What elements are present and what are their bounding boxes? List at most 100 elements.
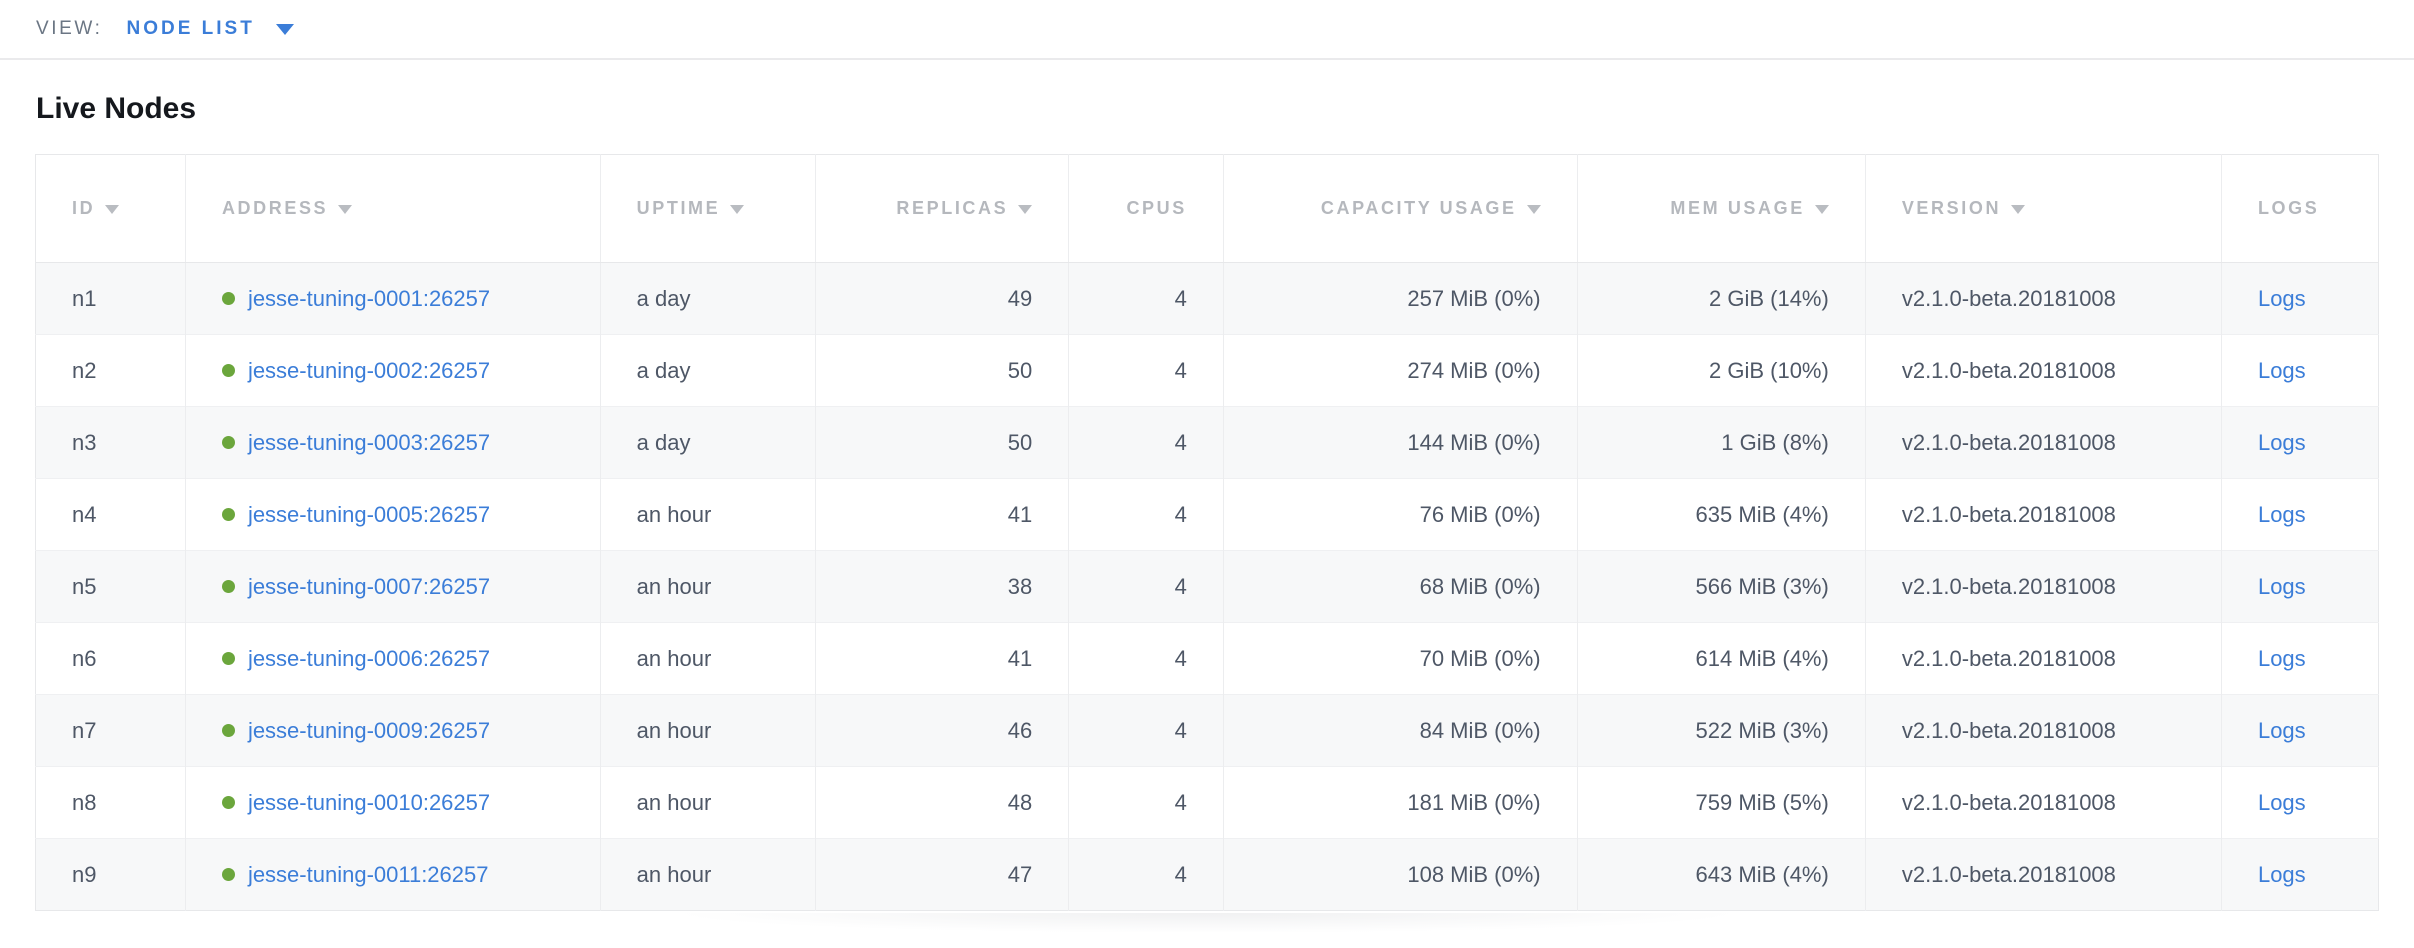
view-label: VIEW: [36, 18, 103, 40]
live-status-dot-icon [222, 796, 235, 809]
cell-cpus: 4 [1069, 695, 1224, 767]
node-logs-link[interactable]: Logs [2258, 430, 2306, 455]
table-row: n3jesse-tuning-0003:26257a day504144 MiB… [36, 407, 2379, 479]
cell-id: n5 [36, 551, 186, 623]
sort-caret-icon [105, 205, 119, 214]
col-header-capacity[interactable]: CAPACITY USAGE [1223, 155, 1577, 263]
cell-id: n9 [36, 839, 186, 911]
node-address-link[interactable]: jesse-tuning-0006:26257 [248, 646, 490, 671]
cell-mem: 2 GiB (14%) [1577, 263, 1865, 335]
col-header-label: REPLICAS [896, 198, 1008, 218]
col-header-label: VERSION [1902, 198, 2001, 218]
node-address-link[interactable]: jesse-tuning-0010:26257 [248, 790, 490, 815]
table-row: n5jesse-tuning-0007:26257an hour38468 Mi… [36, 551, 2379, 623]
col-header-version[interactable]: VERSION [1865, 155, 2221, 263]
col-header-cpus: CPUS [1069, 155, 1224, 263]
col-header-uptime[interactable]: UPTIME [600, 155, 816, 263]
live-status-dot-icon [222, 364, 235, 377]
cell-mem: 759 MiB (5%) [1577, 767, 1865, 839]
live-status-dot-icon [222, 580, 235, 593]
node-address-link[interactable]: jesse-tuning-0003:26257 [248, 430, 490, 455]
live-nodes-table-container: IDADDRESSUPTIME REPLICAS CPUS CAPACITY USAG… [0, 154, 2414, 911]
cell-uptime: an hour [600, 479, 816, 551]
cell-address: jesse-tuning-0009:26257 [185, 695, 600, 767]
view-bar: VIEW: NODE LIST [0, 0, 2414, 60]
cell-logs: Logs [2221, 551, 2378, 623]
cell-logs: Logs [2221, 767, 2378, 839]
live-nodes-table: IDADDRESSUPTIME REPLICAS CPUS CAPACITY USAG… [35, 154, 2379, 911]
sort-caret-icon [2011, 205, 2025, 214]
cell-logs: Logs [2221, 695, 2378, 767]
node-address-link[interactable]: jesse-tuning-0002:26257 [248, 358, 490, 383]
col-header-id[interactable]: ID [36, 155, 186, 263]
cell-capacity: 257 MiB (0%) [1223, 263, 1577, 335]
live-status-dot-icon [222, 868, 235, 881]
col-header-replicas[interactable]: REPLICAS [816, 155, 1069, 263]
node-address-link[interactable]: jesse-tuning-0007:26257 [248, 574, 490, 599]
col-header-label: LOGS [2258, 198, 2319, 218]
node-logs-link[interactable]: Logs [2258, 502, 2306, 527]
cell-mem: 643 MiB (4%) [1577, 839, 1865, 911]
cell-id: n6 [36, 623, 186, 695]
cell-uptime: an hour [600, 623, 816, 695]
col-header-logs: LOGS [2221, 155, 2378, 263]
cell-cpus: 4 [1069, 407, 1224, 479]
cell-mem: 614 MiB (4%) [1577, 623, 1865, 695]
live-status-dot-icon [222, 508, 235, 521]
cell-replicas: 50 [816, 335, 1069, 407]
view-selected-value: NODE LIST [127, 18, 255, 40]
node-logs-link[interactable]: Logs [2258, 574, 2306, 599]
cell-address: jesse-tuning-0010:26257 [185, 767, 600, 839]
cell-mem: 566 MiB (3%) [1577, 551, 1865, 623]
node-logs-link[interactable]: Logs [2258, 862, 2306, 887]
cell-version: v2.1.0-beta.20181008 [1865, 623, 2221, 695]
cell-id: n7 [36, 695, 186, 767]
live-status-dot-icon [222, 724, 235, 737]
cell-replicas: 49 [816, 263, 1069, 335]
node-logs-link[interactable]: Logs [2258, 286, 2306, 311]
cell-id: n8 [36, 767, 186, 839]
cell-uptime: an hour [600, 551, 816, 623]
node-logs-link[interactable]: Logs [2258, 718, 2306, 743]
cell-replicas: 46 [816, 695, 1069, 767]
sort-caret-icon [1018, 205, 1032, 214]
col-header-address[interactable]: ADDRESS [185, 155, 600, 263]
view-selector-dropdown[interactable]: NODE LIST [127, 18, 294, 40]
node-logs-link[interactable]: Logs [2258, 790, 2306, 815]
node-address-link[interactable]: jesse-tuning-0011:26257 [248, 862, 489, 887]
sort-caret-icon [1527, 205, 1541, 214]
cell-uptime: an hour [600, 839, 816, 911]
caret-down-icon [276, 24, 294, 35]
cell-address: jesse-tuning-0003:26257 [185, 407, 600, 479]
cell-uptime: a day [600, 263, 816, 335]
node-address-link[interactable]: jesse-tuning-0001:26257 [248, 286, 490, 311]
cell-capacity: 181 MiB (0%) [1223, 767, 1577, 839]
table-row: n9jesse-tuning-0011:26257an hour474108 M… [36, 839, 2379, 911]
cell-replicas: 41 [816, 623, 1069, 695]
cell-logs: Logs [2221, 479, 2378, 551]
cell-capacity: 76 MiB (0%) [1223, 479, 1577, 551]
cell-version: v2.1.0-beta.20181008 [1865, 479, 2221, 551]
cell-version: v2.1.0-beta.20181008 [1865, 767, 2221, 839]
node-address-link[interactable]: jesse-tuning-0005:26257 [248, 502, 490, 527]
table-row: n1jesse-tuning-0001:26257a day494257 MiB… [36, 263, 2379, 335]
sort-caret-icon [338, 205, 352, 214]
table-row: n6jesse-tuning-0006:26257an hour41470 Mi… [36, 623, 2379, 695]
node-logs-link[interactable]: Logs [2258, 646, 2306, 671]
node-logs-link[interactable]: Logs [2258, 358, 2306, 383]
cell-cpus: 4 [1069, 263, 1224, 335]
cell-version: v2.1.0-beta.20181008 [1865, 263, 2221, 335]
col-header-mem[interactable]: MEM USAGE [1577, 155, 1865, 263]
cell-replicas: 41 [816, 479, 1069, 551]
table-header-row: IDADDRESSUPTIME REPLICAS CPUS CAPACITY USAG… [36, 155, 2379, 263]
cell-capacity: 70 MiB (0%) [1223, 623, 1577, 695]
cell-capacity: 144 MiB (0%) [1223, 407, 1577, 479]
col-header-label: CAPACITY USAGE [1321, 198, 1517, 218]
cell-replicas: 47 [816, 839, 1069, 911]
live-status-dot-icon [222, 652, 235, 665]
cell-address: jesse-tuning-0002:26257 [185, 335, 600, 407]
node-address-link[interactable]: jesse-tuning-0009:26257 [248, 718, 490, 743]
table-row: n7jesse-tuning-0009:26257an hour46484 Mi… [36, 695, 2379, 767]
cell-address: jesse-tuning-0011:26257 [185, 839, 600, 911]
table-bottom-shadow [467, 913, 1947, 941]
